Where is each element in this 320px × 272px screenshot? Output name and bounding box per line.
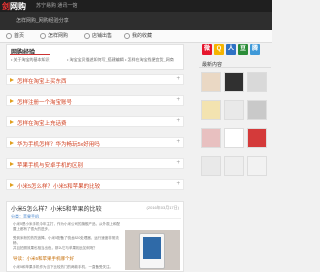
notice-link[interactable]: • 怎样在淘宝找便宜货_网商: [125, 57, 174, 63]
phone-screen: [143, 237, 161, 259]
circle-icon: [124, 32, 130, 39]
douban-icon[interactable]: 豆: [238, 44, 248, 55]
site-tagline: 怎样网购_网购经验分享: [16, 18, 69, 24]
thumbnail[interactable]: [247, 128, 267, 148]
nav-favorites[interactable]: 我的收藏: [124, 32, 152, 39]
article-date: (2016年03月17日): [146, 205, 179, 210]
question-item[interactable]: 怎样在淘宝上买东西 +: [6, 74, 184, 85]
article-image: [125, 230, 180, 270]
question-item[interactable]: 怎样在淘宝上充话费 +: [6, 116, 184, 127]
article-title[interactable]: 小米5怎么样？小米5和苹果的比较: [11, 204, 102, 213]
tencent-icon[interactable]: 腾: [250, 44, 260, 55]
divider: [11, 218, 181, 219]
expand-icon[interactable]: +: [176, 76, 180, 82]
nav-how-to-shop[interactable]: 怎样网购: [40, 32, 68, 39]
home-icon: [6, 32, 12, 39]
arrow-icon: [10, 183, 14, 187]
section-underline: [10, 54, 50, 55]
weibo-icon[interactable]: 微: [202, 44, 212, 55]
thumbnail[interactable]: [201, 72, 221, 92]
arrow-icon: [10, 120, 14, 124]
question-item[interactable]: 小米5怎么样？小米5和苹果的比较 +: [6, 179, 184, 190]
article-category[interactable]: 分类：苹果手机: [11, 214, 39, 220]
thumbnail[interactable]: [247, 100, 267, 120]
arrow-icon: [10, 78, 14, 82]
thumbnail[interactable]: [247, 156, 267, 176]
main-nav: 首页 怎样网购 店铺出售 我的收藏: [0, 30, 272, 43]
thumbnail[interactable]: [224, 100, 244, 120]
thumbnail[interactable]: [201, 128, 221, 148]
thumbnail[interactable]: [201, 156, 221, 176]
thumbnail[interactable]: [224, 72, 244, 92]
question-item[interactable]: 苹果手机与安卓手机的区别 +: [6, 158, 184, 169]
site-logo[interactable]: 剑网购: [2, 1, 26, 12]
question-item[interactable]: 华为手机怎样？华为畅玩5x好用吗 +: [6, 137, 184, 148]
arrow-icon: [10, 99, 14, 103]
expand-icon[interactable]: +: [176, 97, 180, 103]
circle-icon: [40, 32, 46, 39]
notice-link[interactable]: • 淘宝宝贝描述如何写_搭建编辑: [67, 57, 124, 63]
notice-link[interactable]: • 关于淘宝的基本知识: [11, 57, 50, 63]
top-bar: 剑网购 苏宁易购 通讯一馆: [0, 0, 272, 12]
thumbnail[interactable]: [201, 100, 221, 120]
article-paragraph: 并且拍照效果也相当出色，那么它与苹果相比如何呢？: [13, 246, 97, 250]
header: 怎样网购_网购经验分享: [0, 12, 272, 30]
thumbnail[interactable]: [224, 156, 244, 176]
article-paragraph: 小米5是小米手机今年主打，作为小米公司的旗舰产品，从外观上和配置上都有了很大的进…: [13, 222, 120, 231]
section-box: 网购经验 • 关于淘宝的基本知识 • 淘宝宝贝描述如何写_搭建编辑 • 怎样在淘…: [6, 44, 184, 70]
question-item[interactable]: 怎样注册一个淘宝账号 +: [6, 95, 184, 106]
qzone-icon[interactable]: Q: [214, 44, 224, 55]
circle-icon: [84, 32, 90, 39]
share-icons: 微 Q 人 豆 腾: [202, 44, 260, 55]
article-paragraph: 受到米粉的热烈追捧。小米5配备了骁龙820处理器，运行速度非常流畅，: [13, 236, 119, 245]
renren-icon[interactable]: 人: [226, 44, 236, 55]
article-card: 小米5怎么样？小米5和苹果的比较 (2016年03月17日) 分类：苹果手机 小…: [6, 201, 184, 272]
expand-icon[interactable]: +: [176, 160, 180, 166]
arrow-icon: [10, 162, 14, 166]
top-nav-text[interactable]: 苏宁易购 通讯一馆: [36, 2, 77, 9]
expand-icon[interactable]: +: [176, 181, 180, 187]
nav-home[interactable]: 首页: [6, 32, 24, 39]
expand-icon[interactable]: +: [176, 118, 180, 124]
expand-icon[interactable]: +: [176, 139, 180, 145]
divider: [199, 67, 271, 68]
nav-shop-sale[interactable]: 店铺出售: [84, 32, 112, 39]
article-highlight: 导读：小米5和苹果手机哪个好: [13, 256, 75, 261]
arrow-icon: [10, 141, 14, 145]
article-paragraph: 小米5和苹果手机作为当下比较热门的两款手机，一直备受关注。: [13, 265, 113, 269]
main-content: 网购经验 • 关于淘宝的基本知识 • 淘宝宝贝描述如何写_搭建编辑 • 怎样在淘…: [6, 44, 184, 272]
thumbnail[interactable]: [247, 72, 267, 92]
thumbnail[interactable]: [224, 128, 244, 148]
